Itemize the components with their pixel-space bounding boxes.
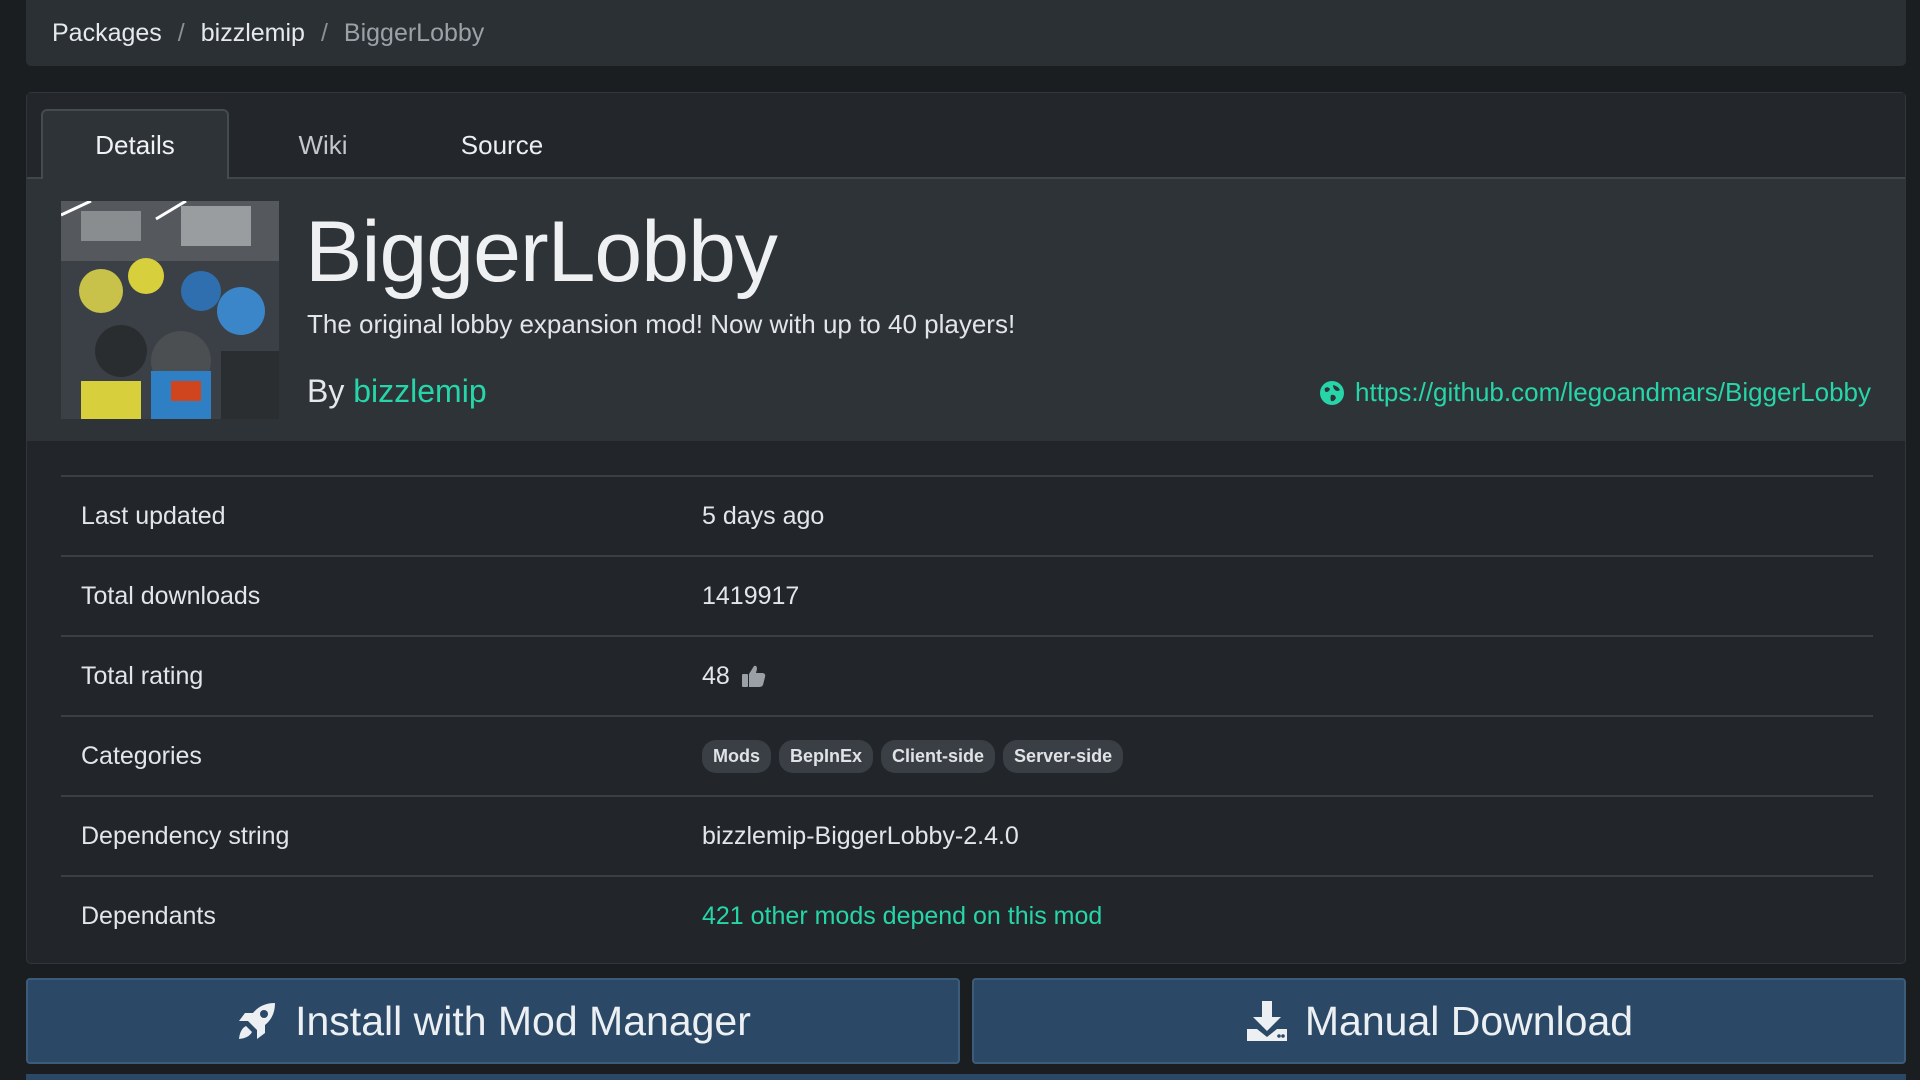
manual-download-button[interactable]: Manual Download — [972, 978, 1906, 1064]
breadcrumb-separator: / — [177, 18, 185, 47]
breadcrumb-separator: / — [320, 18, 328, 47]
categories-label: Categories — [81, 741, 202, 770]
dependency-string-value[interactable]: bizzlemip-BiggerLobby-2.4.0 — [702, 822, 1019, 851]
total-downloads-value: 1419917 — [702, 581, 800, 610]
globe-icon — [1319, 380, 1345, 406]
install-button-label: Install with Mod Manager — [295, 997, 751, 1044]
author-by-label: By — [307, 373, 345, 409]
last-updated-label: Last updated — [81, 501, 226, 530]
category-badge[interactable]: Mods — [702, 739, 771, 773]
package-author: By bizzlemip — [307, 373, 487, 410]
package-page: Packages / bizzlemip / BiggerLobby Detai… — [0, 0, 1920, 1080]
package-title: BiggerLobby — [305, 204, 778, 300]
rocket-icon — [239, 1003, 276, 1039]
table-row: Total downloads 1419917 — [61, 555, 1873, 635]
download-button-label: Manual Download — [1304, 997, 1634, 1044]
tab-details[interactable]: Details — [41, 109, 229, 181]
dependants-link[interactable]: 421 other mods depend on this mod — [702, 902, 1102, 931]
total-rating-label: Total rating — [81, 661, 204, 690]
package-description: The original lobby expansion mod! Now wi… — [307, 309, 1016, 339]
install-with-mod-manager-button[interactable]: Install with Mod Manager — [26, 978, 960, 1064]
category-badge[interactable]: BepInEx — [779, 739, 874, 773]
last-updated-value: 5 days ago — [702, 501, 825, 530]
breadcrumb: Packages / bizzlemip / BiggerLobby — [26, 0, 1906, 66]
categories-list: Mods BepInEx Client-side Server-side — [702, 739, 1131, 773]
total-rating-value: 48 — [702, 662, 768, 691]
website-link[interactable]: https://github.com/legoandmars/BiggerLob… — [1355, 377, 1871, 408]
category-badge[interactable]: Server-side — [1003, 739, 1124, 773]
next-section-edge — [26, 1074, 1906, 1080]
table-row: Dependants 421 other mods depend on this… — [61, 875, 1873, 955]
breadcrumb-current: BiggerLobby — [343, 18, 485, 47]
category-badge[interactable]: Client-side — [881, 739, 996, 773]
table-row: Dependency string bizzlemip-BiggerLobby-… — [61, 795, 1873, 875]
total-downloads-label: Total downloads — [81, 581, 261, 610]
rating-count: 48 — [702, 661, 730, 690]
tab-bar: Details Wiki Source — [27, 93, 1905, 181]
breadcrumb-packages-link[interactable]: Packages — [52, 19, 162, 48]
package-info-table: Last updated 5 days ago Total downloads … — [61, 475, 1873, 955]
table-row: Last updated 5 days ago — [61, 475, 1873, 555]
table-row: Categories Mods BepInEx Client-side Serv… — [61, 715, 1873, 795]
dependants-label: Dependants — [81, 901, 216, 930]
thumbs-up-icon[interactable] — [740, 662, 768, 690]
tab-wiki[interactable]: Wiki — [263, 109, 383, 181]
dependency-string-label: Dependency string — [81, 821, 290, 850]
author-link[interactable]: bizzlemip — [353, 373, 486, 409]
download-icon — [1246, 1001, 1287, 1041]
tab-source[interactable]: Source — [427, 109, 577, 181]
table-row: Total rating 48 — [61, 635, 1873, 715]
breadcrumb-author-link[interactable]: bizzlemip — [201, 19, 305, 48]
website-link-container: https://github.com/legoandmars/BiggerLob… — [1319, 377, 1871, 408]
package-thumbnail — [61, 201, 279, 419]
package-card: Details Wiki Source BiggerLobby The orig… — [26, 92, 1906, 964]
dependants-value: 421 other mods depend on this mod — [702, 902, 1102, 931]
package-header: BiggerLobby The original lobby expansion… — [27, 179, 1905, 441]
